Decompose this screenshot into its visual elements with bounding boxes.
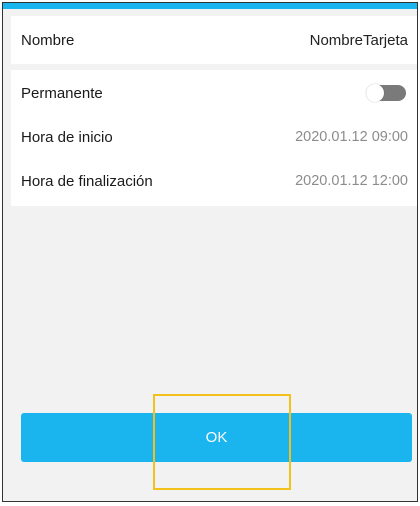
start-time-row[interactable]: Hora de inicio 2020.01.12 09:00 xyxy=(21,115,408,159)
name-value: NombreTarjeta xyxy=(309,31,408,49)
name-row[interactable]: Nombre NombreTarjeta xyxy=(21,18,408,62)
end-time-label: Hora de finalización xyxy=(21,172,153,190)
name-card: Nombre NombreTarjeta xyxy=(11,16,417,64)
ok-button[interactable]: OK xyxy=(21,413,412,462)
schedule-card: Permanente Hora de inicio 2020.01.12 09:… xyxy=(11,70,417,206)
top-accent-bar xyxy=(3,3,417,9)
toggle-knob xyxy=(366,84,384,102)
permanent-row: Permanente xyxy=(21,71,408,115)
screen-frame: Nombre NombreTarjeta Permanente Hora de … xyxy=(2,2,418,502)
permanent-toggle[interactable] xyxy=(366,84,406,102)
start-time-label: Hora de inicio xyxy=(21,128,113,146)
end-time-row[interactable]: Hora de finalización 2020.01.12 12:00 xyxy=(21,159,408,203)
permanent-label: Permanente xyxy=(21,84,103,102)
end-time-value: 2020.01.12 12:00 xyxy=(295,173,408,189)
start-time-value: 2020.01.12 09:00 xyxy=(295,129,408,145)
name-label: Nombre xyxy=(21,31,75,49)
